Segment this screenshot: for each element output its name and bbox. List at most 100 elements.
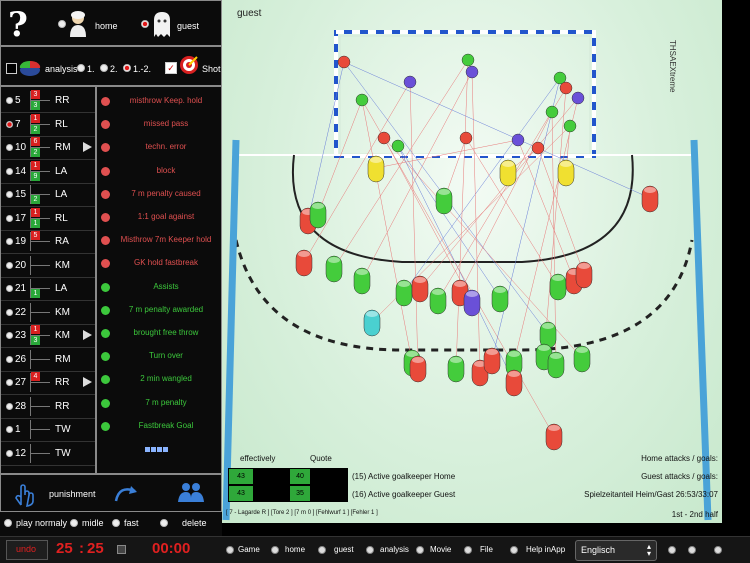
player-radio[interactable] [6,308,13,316]
court-view[interactable]: guest THSAEXtreme effectively Quote 43 4… [222,0,722,523]
fast-radio[interactable] [112,519,120,527]
quote-guest: 35 [290,486,310,501]
player-radio[interactable] [6,402,13,410]
player-row[interactable]: 21 1 LA [1,277,95,301]
action-item[interactable]: Turn over [97,345,217,368]
player-marker [575,261,593,289]
bottom-bar: undo 25 : 25 00:00 Game home guest analy… [0,536,750,563]
stop-button[interactable] [117,545,126,554]
field-title: guest [237,8,262,19]
goal-shot-marker [377,131,391,145]
player-row[interactable]: 5 3 3 RR [1,89,95,113]
player-row[interactable]: 12 TW [1,442,95,466]
help-icon[interactable]: ? [8,5,28,45]
score-guest: 25 [87,540,104,557]
player-marker [353,267,371,295]
redo-arrow-icon[interactable] [113,481,141,505]
player-row[interactable]: 15 2 LA [1,183,95,207]
action-item[interactable]: brought free throw [97,322,217,345]
midle-radio[interactable] [70,519,78,527]
player-row[interactable]: 10 6 2 RM [1,136,95,160]
player-row[interactable]: 1 TW [1,418,95,442]
action-item[interactable]: misthrow Keep. hold [97,90,217,113]
player-row[interactable]: 26 RM [1,348,95,372]
undo-button[interactable]: undo [6,540,48,560]
goal-shot-marker [391,139,405,153]
analysis-checkbox[interactable] [6,63,17,74]
team-users-icon[interactable] [177,480,205,504]
option-radio-3[interactable] [714,546,722,554]
nav-analysis-label: analysis [380,545,409,554]
nav-movie-radio[interactable] [416,546,424,554]
player-radio[interactable] [6,214,13,222]
action-item[interactable]: 1:1 goal against [97,206,217,229]
player-marker [429,287,447,315]
count-red: 6 [31,137,40,146]
player-radio[interactable] [6,191,13,198]
player-marker [641,185,659,213]
player-row[interactable]: 27 4 RR [1,371,95,395]
action-item[interactable]: techn. error [97,136,217,159]
action-item[interactable]: GK hold fastbreak [97,252,217,275]
goal-shot-marker [531,141,545,155]
half-1-radio[interactable] [77,64,85,72]
player-radio[interactable] [6,426,13,433]
action-item[interactable]: 7 m penalty caused [97,183,217,206]
guest-radio[interactable] [141,20,149,28]
nav-help-radio[interactable] [510,546,518,554]
player-row[interactable]: 14 1 9 LA [1,160,95,184]
quote-home: 40 [290,469,310,484]
player-marker [409,355,427,383]
action-item[interactable]: 7 m penalty [97,392,217,415]
left-panel: ? home guest analysis 1. 2. 1.-2. ✓ Shot… [0,0,222,536]
action-item[interactable]: Misthrow 7m Keeper hold [97,229,217,252]
player-radio[interactable] [6,449,13,457]
player-radio[interactable] [6,285,13,292]
player-row[interactable]: 22 KM [1,301,95,325]
fast-label: fast [124,518,139,528]
nav-game-radio[interactable] [226,546,234,554]
option-radio-1[interactable] [668,546,676,554]
analysis-label: analysis [45,64,78,74]
goal-shot-marker [355,93,369,107]
nav-analysis-radio[interactable] [366,546,374,554]
player-radio[interactable] [6,261,13,269]
player-radio[interactable] [6,379,13,386]
player-radio[interactable] [6,332,13,339]
nav-file-radio[interactable] [464,546,472,554]
action-item[interactable]: Assists [97,276,217,299]
player-radio[interactable] [6,238,13,245]
play-normal-radio[interactable] [4,519,12,527]
nav-home-radio[interactable] [271,546,279,554]
action-item[interactable]: 2 min wangled [97,368,217,391]
player-row[interactable]: 20 KM [1,254,95,278]
action-item[interactable]: Fastbreak Goal [97,415,217,438]
player-row[interactable]: 23 1 3 KM [1,324,95,348]
player-radio[interactable] [6,167,13,175]
player-radio[interactable] [6,144,13,151]
action-item[interactable]: 7 m penalty awarded [97,299,217,322]
option-radio-2[interactable] [688,546,696,554]
half-both-radio[interactable] [123,64,131,72]
status-dot-icon [101,375,110,385]
action-label: Turn over [149,351,183,361]
punishment-label[interactable]: punishment [49,489,96,499]
half-2-radio[interactable] [100,64,108,72]
nav-guest-radio[interactable] [318,546,326,554]
player-radio[interactable] [6,120,13,128]
action-item[interactable]: block [97,160,217,183]
player-row[interactable]: 19 5 RA [1,230,95,254]
player-radio[interactable] [6,97,13,104]
player-row[interactable]: 28 RR [1,395,95,419]
player-radio[interactable] [6,355,13,363]
action-item[interactable]: missed pass [97,113,217,136]
hand-pointer-icon[interactable] [13,481,35,507]
shot-checkbox[interactable]: ✓ [165,62,177,74]
home-radio[interactable] [58,20,66,28]
player-row[interactable]: 17 1 1 RL [1,207,95,231]
player-marker [363,309,381,337]
delete-radio[interactable] [160,519,168,527]
action-label: brought free throw [133,328,199,337]
player-row[interactable]: 7 1 2 RL [1,113,95,137]
language-select[interactable]: Englisch ▴ ▾ [575,540,657,561]
